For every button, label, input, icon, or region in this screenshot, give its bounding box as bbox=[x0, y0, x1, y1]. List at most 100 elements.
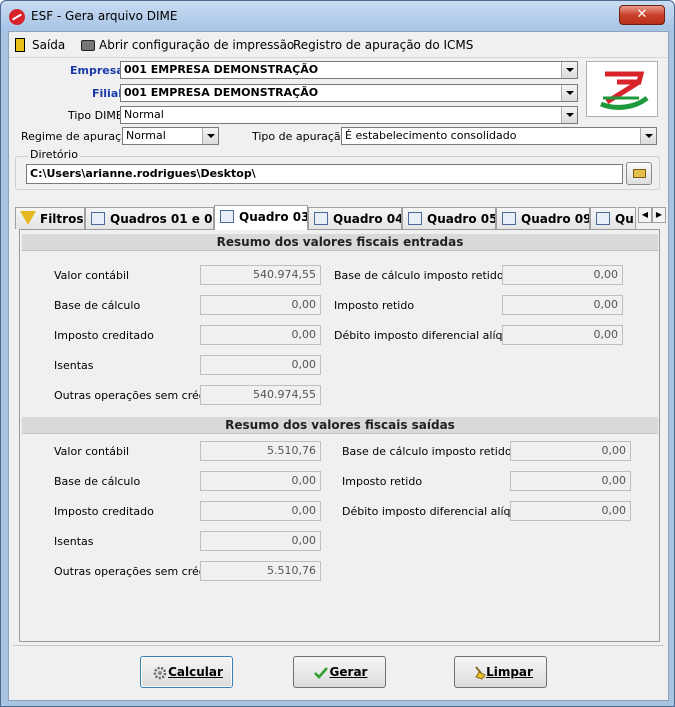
entradas-isentas-label: Isentas bbox=[54, 359, 94, 372]
saidas-base-calculo-label: Base de cálculo bbox=[54, 475, 141, 488]
tab-scroll-right-icon[interactable]: ▶ bbox=[652, 207, 666, 223]
entradas-base-calculo-label: Base de cálculo bbox=[54, 299, 141, 312]
empresa-select[interactable]: 001 EMPRESA DEMONSTRAÇÃO bbox=[120, 61, 578, 79]
form-edit-icon bbox=[596, 212, 610, 225]
gerar-button[interactable]: Gerar bbox=[293, 656, 386, 688]
form-edit-icon bbox=[408, 212, 422, 225]
client-area: Saída Abrir configuração de impressão Re… bbox=[8, 31, 669, 701]
form-edit-icon bbox=[502, 212, 516, 225]
saidas-base-retido-field[interactable]: 0,00 bbox=[510, 441, 631, 461]
browse-folder-button[interactable] bbox=[626, 162, 652, 185]
saidas-outras-field[interactable]: 5.510,76 bbox=[200, 561, 321, 581]
saidas-imposto-creditado-label: Imposto creditado bbox=[54, 505, 154, 518]
tipo-apuracao-value: É estabelecimento consolidado bbox=[345, 129, 517, 142]
exit-door-icon bbox=[15, 38, 25, 52]
broom-icon bbox=[475, 666, 486, 680]
diretorio-label: Diretório bbox=[28, 148, 80, 161]
tab-label: Qu bbox=[615, 212, 634, 226]
close-button[interactable]: ✕ bbox=[619, 5, 665, 25]
tab-filtros[interactable]: Filtros bbox=[15, 207, 85, 229]
regime-label: Regime de apuração bbox=[21, 130, 135, 143]
title-bar[interactable]: ESF - Gera arquivo DIME ✕ bbox=[1, 1, 674, 31]
filial-select[interactable]: 001 EMPRESA DEMONSTRAÇÃO bbox=[120, 84, 578, 102]
filial-label: Filial bbox=[92, 87, 123, 100]
tipo-apuracao-select[interactable]: É estabelecimento consolidado bbox=[341, 127, 657, 145]
form-edit-icon bbox=[91, 212, 105, 225]
filter-icon bbox=[20, 211, 36, 225]
tab-label: Quadro 09 bbox=[521, 212, 590, 226]
saidas-valor-contabil-label: Valor contábil bbox=[54, 445, 130, 458]
form-edit-icon bbox=[220, 210, 234, 223]
saidas-isentas-label: Isentas bbox=[54, 535, 94, 548]
empresa-label: Empresa bbox=[70, 64, 124, 77]
tab-label: Filtros bbox=[40, 212, 84, 226]
tab-quadro-05[interactable]: Quadro 05 bbox=[402, 207, 496, 229]
entradas-outras-field[interactable]: 540.974,55 bbox=[200, 385, 321, 405]
tab-strip: Filtros Quadros 01 e 02 Quadro 03 Quadro… bbox=[15, 205, 666, 230]
tab-scroll-left-icon[interactable]: ◀ bbox=[638, 207, 652, 223]
entradas-imposto-retido-field[interactable]: 0,00 bbox=[502, 295, 623, 315]
tab-quadros-01-02[interactable]: Quadros 01 e 02 bbox=[85, 207, 214, 229]
tipo-dime-label: Tipo DIME bbox=[68, 109, 123, 122]
saidas-debito-label: Débito imposto diferencial alíquota bbox=[342, 505, 536, 518]
entradas-debito-label: Débito imposto diferencial alíquota bbox=[334, 329, 528, 342]
saidas-imposto-creditado-field[interactable]: 0,00 bbox=[200, 501, 321, 521]
saidas-base-calculo-field[interactable]: 0,00 bbox=[200, 471, 321, 491]
printer-icon bbox=[81, 40, 95, 51]
entradas-imposto-creditado-label: Imposto creditado bbox=[54, 329, 154, 342]
tab-label: Quadros 01 e 02 bbox=[110, 212, 214, 226]
entradas-header: Resumo dos valores fiscais entradas bbox=[22, 234, 658, 251]
tab-quadro-03[interactable]: Quadro 03 bbox=[214, 205, 308, 230]
entradas-base-calculo-field[interactable]: 0,00 bbox=[200, 295, 321, 315]
company-logo bbox=[586, 61, 658, 117]
saidas-base-retido-label: Base de cálculo imposto retido bbox=[342, 445, 512, 458]
saidas-valor-contabil-field[interactable]: 5.510,76 bbox=[200, 441, 321, 461]
limpar-button[interactable]: Limpar bbox=[454, 656, 547, 688]
tipo-dime-select[interactable]: Normal bbox=[120, 106, 578, 124]
tab-quadro-04[interactable]: Quadro 04 bbox=[308, 207, 402, 229]
menu-bar: Saída Abrir configuração de impressão Re… bbox=[9, 32, 668, 58]
tab-more[interactable]: Qu bbox=[590, 207, 636, 229]
saidas-imposto-retido-label: Imposto retido bbox=[342, 475, 423, 488]
logo-graphic bbox=[600, 71, 649, 110]
tab-label: Quadro 05 bbox=[427, 212, 496, 226]
calculate-gear-icon bbox=[153, 666, 167, 680]
form-edit-icon bbox=[314, 212, 328, 225]
tab-panel-quadro-03: Resumo dos valores fiscais entradas Valo… bbox=[19, 229, 660, 642]
folder-icon bbox=[633, 169, 646, 178]
entradas-base-retido-field[interactable]: 0,00 bbox=[502, 265, 623, 285]
entradas-base-retido-label: Base de cálculo imposto retido bbox=[334, 269, 504, 282]
calcular-button[interactable]: Calcular bbox=[140, 656, 233, 688]
tipo-dime-value: Normal bbox=[124, 108, 164, 121]
app-icon bbox=[9, 9, 25, 25]
saidas-isentas-field[interactable]: 0,00 bbox=[200, 531, 321, 551]
menu-icms-register[interactable]: Registro de apuração do ICMS bbox=[293, 38, 473, 52]
chevron-down-icon[interactable] bbox=[561, 85, 577, 101]
entradas-valor-contabil-label: Valor contábil bbox=[54, 269, 130, 282]
tab-label: Quadro 04 bbox=[333, 212, 402, 226]
saidas-debito-field[interactable]: 0,00 bbox=[510, 501, 631, 521]
tipo-apuracao-label: Tipo de apuração bbox=[252, 130, 348, 143]
entradas-imposto-retido-label: Imposto retido bbox=[334, 299, 415, 312]
regime-select[interactable]: Normal bbox=[122, 127, 219, 145]
chevron-down-icon[interactable] bbox=[561, 62, 577, 78]
menu-print-config[interactable]: Abrir configuração de impressão bbox=[99, 38, 294, 52]
menu-exit[interactable]: Saída bbox=[32, 38, 65, 52]
saidas-outras-label: Outras operações sem crédito bbox=[54, 565, 220, 578]
chevron-down-icon[interactable] bbox=[640, 128, 656, 144]
saidas-imposto-retido-field[interactable]: 0,00 bbox=[510, 471, 631, 491]
saidas-header: Resumo dos valores fiscais saídas bbox=[22, 417, 658, 434]
entradas-imposto-creditado-field[interactable]: 0,00 bbox=[200, 325, 321, 345]
tab-label: Quadro 03 bbox=[239, 210, 308, 224]
window: ESF - Gera arquivo DIME ✕ Saída Abrir co… bbox=[0, 0, 675, 707]
entradas-isentas-field[interactable]: 0,00 bbox=[200, 355, 321, 375]
tab-quadro-09[interactable]: Quadro 09 bbox=[496, 207, 590, 229]
chevron-down-icon[interactable] bbox=[202, 128, 218, 144]
button-bar: Calcular Gerar Limpar bbox=[13, 645, 664, 698]
empresa-value: 001 EMPRESA DEMONSTRAÇÃO bbox=[124, 63, 319, 76]
entradas-valor-contabil-field[interactable]: 540.974,55 bbox=[200, 265, 321, 285]
check-icon bbox=[314, 667, 328, 679]
diretorio-input[interactable]: C:\Users\arianne.rodrigues\Desktop\ bbox=[26, 164, 623, 184]
entradas-debito-field[interactable]: 0,00 bbox=[502, 325, 623, 345]
chevron-down-icon[interactable] bbox=[561, 107, 577, 123]
